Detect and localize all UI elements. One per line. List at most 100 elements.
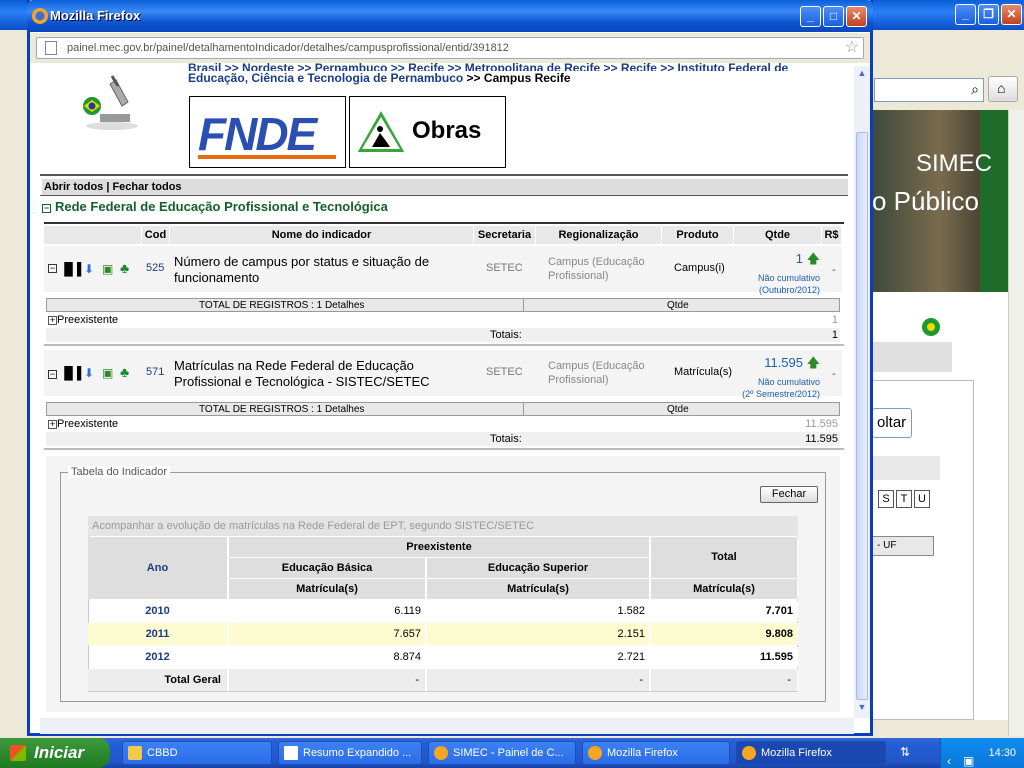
task-firefox-2[interactable]: Mozilla Firefox — [736, 741, 886, 765]
expand-icon[interactable]: + — [48, 316, 57, 325]
info-icon[interactable]: ⬇ — [84, 262, 94, 276]
breadcrumb-line1[interactable]: Brasil >> Nordeste >> Pernambuco >> Reci… — [188, 61, 788, 71]
scroll-up-icon[interactable]: ▲ — [856, 68, 868, 82]
letter-u[interactable]: U — [914, 490, 930, 508]
obras-logo[interactable]: Obras — [349, 96, 506, 168]
popup-hscrollbar[interactable] — [40, 718, 854, 734]
task-simec[interactable]: SIMEC - Painel de C... — [428, 741, 576, 765]
row-superior: 2.721 — [427, 647, 650, 667]
minimize-icon[interactable]: _ — [955, 4, 976, 25]
url-field[interactable]: painel.mec.gov.br/painel/detalhamentoInd… — [36, 37, 864, 59]
chart-icon[interactable]: ▐▌▌ — [60, 262, 86, 276]
divider — [44, 222, 844, 224]
letter-s[interactable]: S — [878, 490, 894, 508]
col-secretaria[interactable]: Secretaria — [474, 226, 536, 244]
collapse-icon[interactable]: − — [42, 204, 51, 213]
task-label: Mozilla Firefox — [761, 747, 832, 759]
abrir-fechar-links[interactable]: Abrir todos | Fechar todos — [42, 179, 848, 195]
section-header[interactable]: − Rede Federal de Educação Profissional e… — [42, 199, 388, 214]
firefox-icon — [588, 746, 602, 760]
minimize-icon[interactable]: _ — [800, 6, 821, 27]
close-icon[interactable]: ✕ — [846, 6, 867, 27]
expand-icon[interactable]: + — [48, 420, 57, 429]
task-label: CBBD — [147, 747, 178, 759]
fechar-button[interactable]: Fechar — [760, 486, 818, 503]
network-icon[interactable]: ▣ — [963, 746, 974, 768]
chart-icon[interactable]: ▐▌▌ — [60, 366, 86, 380]
indicator-cod[interactable]: 571 — [146, 366, 164, 378]
bg-gray-bar — [872, 342, 952, 372]
preexistente-row[interactable]: + Preexistente — [48, 314, 118, 326]
url-text: painel.mec.gov.br/painel/detalhamentoInd… — [67, 42, 509, 54]
col-icons — [44, 226, 142, 244]
scroll-down-icon[interactable]: ▼ — [856, 702, 868, 716]
popup-titlebar[interactable]: _ □ ✕ — [27, 0, 873, 32]
tray-arrow-icon[interactable]: ⇅ — [900, 745, 910, 759]
col-rs[interactable]: R$ — [822, 226, 842, 244]
row-ano: 2011 — [88, 623, 228, 645]
simec-subtitle: o Público — [872, 186, 979, 216]
letter-t[interactable]: T — [896, 490, 912, 508]
windows-logo-icon — [10, 745, 26, 761]
preexistente-value: 1 — [831, 314, 838, 326]
col-qtde[interactable]: Qtde — [734, 226, 822, 244]
totais-row — [46, 328, 840, 342]
breadcrumb-link[interactable]: Educação, Ciência e Tecnologia de Pernam… — [188, 71, 463, 85]
indicator-cod[interactable]: 525 — [146, 262, 164, 274]
firefox-icon — [742, 746, 756, 760]
indicator-name[interactable]: Número de campus por status e situação d… — [174, 254, 429, 286]
edit-icon[interactable]: ▣ — [102, 366, 113, 380]
folder-icon — [128, 746, 142, 760]
divider — [40, 195, 848, 196]
edit-icon[interactable]: ▣ — [102, 262, 113, 276]
breadcrumb: Brasil >> Nordeste >> Pernambuco >> Reci… — [188, 61, 788, 86]
firefox-icon — [434, 746, 448, 760]
divider — [40, 174, 848, 176]
chevron-left-icon[interactable]: ‹ — [947, 746, 951, 768]
firefox-icon — [32, 8, 48, 24]
col-produto[interactable]: Produto — [662, 226, 734, 244]
map-icon[interactable]: ♣ — [120, 260, 129, 276]
system-tray: ‹ ▣ 14:30 — [940, 738, 1024, 768]
collapse-icon[interactable]: − — [48, 264, 57, 273]
task-resumo[interactable]: Resumo Expandido ... — [278, 741, 422, 765]
task-firefox-1[interactable]: Mozilla Firefox — [582, 741, 730, 765]
restore-icon[interactable]: ❐ — [978, 4, 999, 25]
col-regionalizacao[interactable]: Regionalização — [536, 226, 662, 244]
indicator-qtde: 1 🡅 Não cumulativo (Outubro/2012) — [757, 251, 820, 295]
row-superior: 2.151 — [427, 623, 650, 645]
search-icon[interactable]: ⌕ — [971, 81, 979, 98]
indicator-produto: Campus(i) — [674, 262, 725, 274]
task-cbbd[interactable]: CBBD — [122, 741, 272, 765]
close-icon[interactable]: ✕ — [1001, 4, 1022, 25]
header-ano[interactable]: Ano — [88, 537, 228, 599]
bookmark-star-icon[interactable]: ☆ — [845, 38, 859, 58]
voltar-button[interactable]: oltar — [872, 408, 912, 438]
info-icon[interactable]: ⬇ — [84, 366, 94, 380]
header-unit-total: Matrícula(s) — [651, 579, 798, 599]
qtde-header: Qtde — [667, 300, 689, 311]
preexistente-row[interactable]: + Preexistente — [48, 418, 118, 430]
total-registros[interactable]: TOTAL DE REGISTROS : 1 Detalhes — [199, 403, 364, 417]
maximize-icon[interactable]: □ — [823, 6, 844, 27]
home-button[interactable]: ⌂ — [988, 76, 1018, 102]
arrow-up-icon: 🡅 — [806, 251, 820, 266]
scrollbar-thumb[interactable] — [856, 132, 868, 700]
map-icon[interactable]: ♣ — [120, 364, 129, 380]
totais-label: Totais: — [490, 329, 522, 341]
row-total: 11.595 — [651, 647, 798, 667]
divider — [44, 344, 844, 346]
totais-row — [46, 432, 840, 446]
total-geral-label: Total Geral — [88, 669, 228, 691]
header-basica: Educação Básica — [229, 558, 426, 578]
col-nome[interactable]: Nome do indicador — [170, 226, 474, 244]
row-superior: 1.582 — [427, 601, 650, 621]
indicator-name[interactable]: Matrículas na Rede Federal de Educação Pr… — [174, 358, 430, 390]
background-scrollbar[interactable] — [1008, 110, 1024, 736]
fnde-logo[interactable]: FNDE — [189, 96, 346, 168]
col-cod[interactable]: Cod — [142, 226, 170, 244]
start-button[interactable]: Iniciar — [0, 738, 110, 768]
collapse-icon[interactable]: − — [48, 370, 57, 379]
background-search-input[interactable]: ⌕ — [874, 78, 984, 102]
total-registros[interactable]: TOTAL DE REGISTROS : 1 Detalhes — [199, 299, 364, 313]
